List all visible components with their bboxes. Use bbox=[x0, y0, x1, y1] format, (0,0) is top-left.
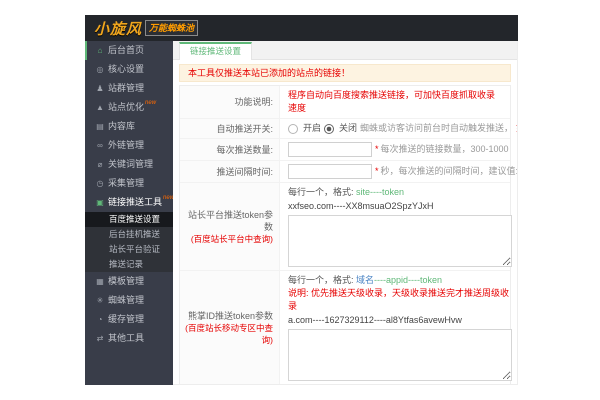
template-icon: ▦ bbox=[95, 272, 105, 291]
sidebar-item-label: 关键词管理 bbox=[108, 159, 153, 169]
push-icon: ▣ bbox=[95, 193, 105, 212]
logo-brand: 小旋风 bbox=[94, 18, 142, 39]
sidebar-item-label: 采集管理 bbox=[108, 178, 144, 188]
required-star: * bbox=[375, 166, 379, 176]
keyword-icon: ⌀ bbox=[95, 155, 105, 174]
format-prefix: 每行一个，格式: bbox=[288, 275, 356, 285]
submenu-item-push-records[interactable]: 推送记录 bbox=[85, 257, 173, 272]
sidebar-item-other-tools[interactable]: ⇄其他工具 bbox=[85, 329, 173, 348]
field-label: 功能说明: bbox=[180, 86, 280, 118]
radio-on-label[interactable]: 开启 bbox=[303, 122, 321, 135]
sidebar-item-dashboard[interactable]: ⌂后台首页 bbox=[85, 41, 173, 60]
push-interval-hint: 秒，每次推送的间隔时间，建议值: 60-300 bbox=[381, 166, 518, 176]
format-domain: 域名 bbox=[356, 275, 374, 285]
spider-icon: ✳ bbox=[95, 291, 105, 310]
form-row-push-interval: 推送间隔时间: *秒，每次推送的间隔时间，建议值: 60-300 bbox=[180, 161, 510, 183]
radio-off-label[interactable]: 关闭 bbox=[339, 122, 357, 135]
sidebar-item-label: 核心设置 bbox=[108, 64, 144, 74]
sidebar-item-label: 内容库 bbox=[108, 121, 135, 131]
radio-off[interactable] bbox=[324, 124, 334, 134]
chart-icon: ▲ bbox=[95, 98, 105, 117]
form-row-zhanzhang-token: 站长平台推送token参数 (百度站长平台中查询) 每行一个，格式: site-… bbox=[180, 183, 510, 271]
auto-switch-note: 蜘蛛或访客访问前台时自动触发推送， bbox=[360, 122, 513, 135]
logo-suffix-badge: 万能蜘蛛池 bbox=[145, 20, 198, 36]
sidebar-item-label: 链接推送工具 bbox=[108, 197, 162, 207]
sidebar-item-keywords[interactable]: ⌀关键词管理 bbox=[85, 155, 173, 174]
function-desc-text: 程序自动向百度搜索推送链接，可加快百度抓取收录速度 bbox=[288, 89, 502, 115]
form-row-push-count: 每次推送数量: *每次推送的链接数量，300-1000 bbox=[180, 139, 510, 161]
top-header: 小旋风 万能蜘蛛池 bbox=[85, 15, 518, 41]
sidebar-item-templates[interactable]: ▦模板管理 bbox=[85, 272, 173, 291]
sidebar-item-external-links[interactable]: ∞外链管理 bbox=[85, 136, 173, 155]
main-content: 链接推送设置 本工具仅推送本站已添加的站点的链接！ 功能说明: 程序自动向百度搜… bbox=[173, 41, 518, 385]
submenu-item-webmaster-verify[interactable]: 站长平台验证 bbox=[85, 242, 173, 257]
users-icon: ♟ bbox=[95, 79, 105, 98]
library-icon: ▤ bbox=[95, 117, 105, 136]
collect-icon: ◷ bbox=[95, 174, 105, 193]
field-label: 自动推送开关: bbox=[180, 119, 280, 138]
field-label: 推送间隔时间: bbox=[180, 161, 280, 182]
push-count-input[interactable] bbox=[288, 142, 372, 157]
xiongzhang-token-label: 熊掌ID推送token参数 bbox=[182, 310, 273, 322]
format-prefix: 每行一个，格式: bbox=[288, 187, 356, 197]
home-icon: ⌂ bbox=[95, 41, 105, 60]
sidebar-item-cache[interactable]: ◔缓存管理 bbox=[85, 310, 173, 329]
xiongzhang-token-textarea[interactable] bbox=[288, 329, 512, 381]
sidebar-item-collection[interactable]: ◷采集管理 bbox=[85, 174, 173, 193]
auto-switch-warning: 如造成服务器卡顿，可使用手动挂机 bbox=[516, 122, 518, 135]
radio-on[interactable] bbox=[288, 124, 298, 134]
admin-app: 小旋风 万能蜘蛛池 ⌂后台首页 ◎核心设置 ♟站群管理 ▲站点优化new ▤内容… bbox=[85, 15, 518, 385]
settings-form: 功能说明: 程序自动向百度搜索推送链接，可加快百度抓取收录速度 自动推送开关: … bbox=[179, 85, 511, 385]
xiongzhang-token-sublabel: (百度站长移动专区中查询) bbox=[182, 322, 273, 346]
sidebar-item-core-settings[interactable]: ◎核心设置 bbox=[85, 60, 173, 79]
form-row-auto-switch: 自动推送开关: 开启 关闭 蜘蛛或访客访问前台时自动触发推送，如造成服务器卡顿，… bbox=[180, 119, 510, 139]
form-row-function-desc: 功能说明: 程序自动向百度搜索推送链接，可加快百度抓取收录速度 bbox=[180, 86, 510, 119]
sidebar-item-label: 缓存管理 bbox=[108, 314, 144, 324]
sidebar-item-spider[interactable]: ✳蜘蛛管理 bbox=[85, 291, 173, 310]
sidebar-item-label: 模板管理 bbox=[108, 276, 144, 286]
xiongzhang-note: 说明: 优先推送天级收录，天级收录推送完才推送周级收录 bbox=[288, 287, 512, 313]
sidebar-item-site-optimize[interactable]: ▲站点优化new bbox=[85, 98, 173, 117]
format-code: site----token bbox=[356, 187, 404, 197]
tab-bar: 链接推送设置 bbox=[173, 41, 517, 60]
sidebar-item-label: 站点优化 bbox=[108, 102, 144, 112]
sidebar-item-label: 后台首页 bbox=[108, 45, 144, 55]
format-code: ----appid----token bbox=[374, 275, 442, 285]
form-row-xiongzhang-token: 熊掌ID推送token参数 (百度站长移动专区中查询) 每行一个，格式: 域名-… bbox=[180, 271, 510, 385]
required-star: * bbox=[375, 144, 379, 154]
cache-icon: ◔ bbox=[95, 310, 105, 329]
sidebar-item-label: 其他工具 bbox=[108, 333, 144, 343]
tools-icon: ⇄ bbox=[95, 329, 105, 348]
warning-banner: 本工具仅推送本站已添加的站点的链接！ bbox=[179, 64, 511, 82]
push-interval-input[interactable] bbox=[288, 164, 372, 179]
sidebar-item-label: 蜘蛛管理 bbox=[108, 295, 144, 305]
new-badge: new bbox=[163, 195, 173, 201]
sidebar-item-label: 外链管理 bbox=[108, 140, 144, 150]
tab-link-push-settings[interactable]: 链接推送设置 bbox=[179, 42, 252, 60]
submenu-item-backend-hangup-push[interactable]: 后台挂机推送 bbox=[85, 227, 173, 242]
field-label: 每次推送数量: bbox=[180, 139, 280, 160]
sidebar-submenu: 百度推送设置 后台挂机推送 站长平台验证 推送记录 bbox=[85, 212, 173, 272]
sidebar-item-label: 站群管理 bbox=[108, 83, 144, 93]
sidebar-item-content-library[interactable]: ▤内容库 bbox=[85, 117, 173, 136]
submenu-item-baidu-push-settings[interactable]: 百度推送设置 bbox=[85, 212, 173, 227]
sidebar-nav: ⌂后台首页 ◎核心设置 ♟站群管理 ▲站点优化new ▤内容库 ∞外链管理 ⌀关… bbox=[85, 41, 173, 385]
new-badge: new bbox=[145, 100, 156, 106]
token-example: a.com----1627329112----al8Ytfas6avewHvw bbox=[288, 314, 512, 327]
zhanzhang-token-sublabel: (百度站长平台中查询) bbox=[182, 233, 273, 245]
push-count-hint: 每次推送的链接数量，300-1000 bbox=[381, 144, 509, 154]
zhanzhang-token-textarea[interactable] bbox=[288, 215, 512, 267]
sidebar-item-link-push-tools[interactable]: ▣链接推送工具new bbox=[85, 193, 173, 212]
zhanzhang-token-label: 站长平台推送token参数 bbox=[182, 209, 273, 233]
sidebar-item-site-group[interactable]: ♟站群管理 bbox=[85, 79, 173, 98]
token-example: xxfseo.com----XX8msuaO2SpzYJxH bbox=[288, 200, 512, 213]
gear-icon: ◎ bbox=[95, 60, 105, 79]
link-icon: ∞ bbox=[95, 136, 105, 155]
